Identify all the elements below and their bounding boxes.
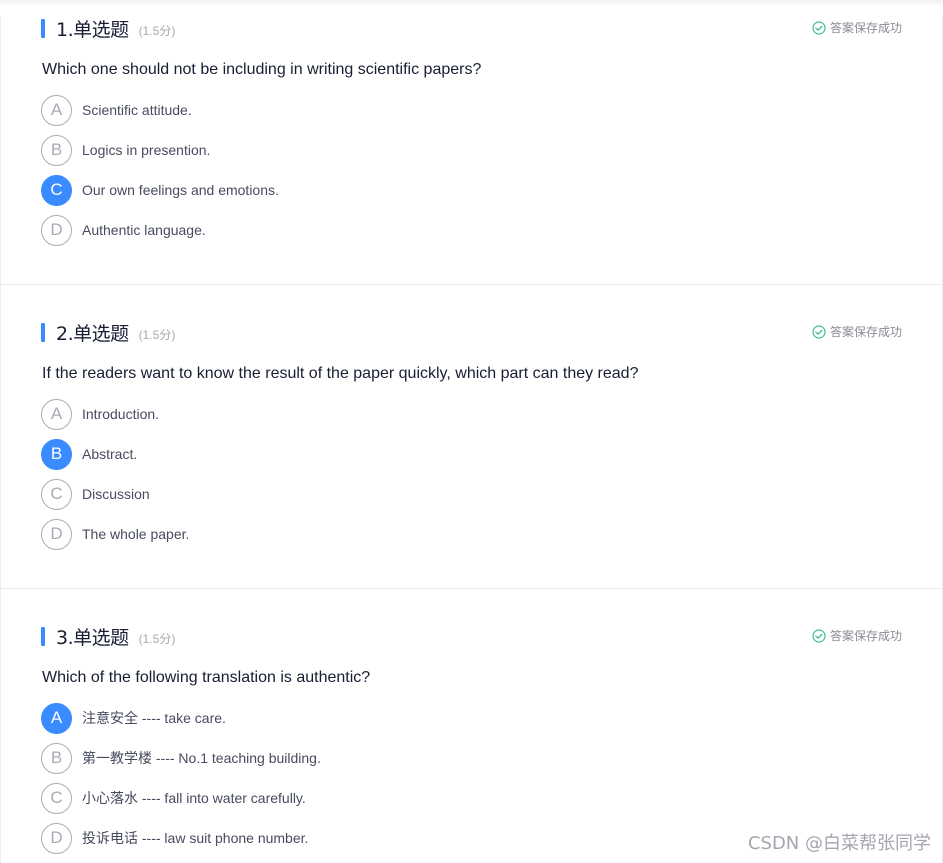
question-header: 2.单选题 (1.5分) [41,320,176,345]
question-score: (1.5分) [138,327,176,342]
option-a[interactable]: A Scientific attitude. [41,94,192,126]
option-letter[interactable]: C [41,782,72,814]
watermark: CSDN @白菜帮张同学 [747,833,931,854]
save-status-text: 答案保存成功 [829,325,902,339]
option-letter[interactable]: A [41,398,72,430]
question-stem: Which of the following translation is au… [42,669,371,686]
option-letter[interactable]: A [41,94,72,126]
option-b[interactable]: B 第一教学楼 ---- No.1 teaching building. [41,742,321,774]
question-accent-bar [41,626,45,646]
check-circle-icon [812,324,826,339]
option-text[interactable]: Authentic language. [82,222,206,238]
option-letter[interactable]: D [41,214,72,246]
option-letter[interactable]: B [41,134,72,166]
option-text[interactable]: The whole paper. [82,526,189,542]
save-status-text: 答案保存成功 [829,21,902,35]
option-text[interactable]: 投诉电话 ---- law suit phone number. [82,828,308,848]
question-stem: Which one should not be including in wri… [42,61,482,78]
option-text[interactable]: Scientific attitude. [82,102,192,118]
option-letter[interactable]: C [41,478,72,510]
question-title: 2.单选题 [56,322,129,345]
question-accent-bar [41,322,45,342]
question-header: 1.单选题 (1.5分) [41,16,176,41]
option-c[interactable]: C 小心落水 ---- fall into water carefully. [41,782,306,814]
option-letter[interactable]: B [41,742,72,774]
question-accent-bar [41,18,45,38]
check-circle-icon [812,20,826,35]
option-d[interactable]: D The whole paper. [41,518,189,550]
option-a[interactable]: A Introduction. [41,398,159,430]
question-card-1: 1.单选题 (1.5分) 答案保存成功 Which one should not… [0,16,943,320]
option-b[interactable]: B Abstract. [41,438,137,470]
option-letter-selected[interactable]: B [41,438,72,470]
option-text[interactable]: Our own feelings and emotions. [82,182,279,198]
option-letter[interactable]: D [41,822,72,854]
option-text[interactable]: 第一教学楼 ---- No.1 teaching building. [82,748,321,768]
question-title: 1.单选题 [56,18,129,41]
question-score: (1.5分) [138,23,176,38]
top-shadow [0,0,943,6]
option-letter[interactable]: D [41,518,72,550]
save-status: 答案保存成功 [812,323,902,340]
option-b[interactable]: B Logics in presention. [41,134,210,166]
option-d[interactable]: D 投诉电话 ---- law suit phone number. [41,822,308,854]
option-text[interactable]: 小心落水 ---- fall into water carefully. [82,788,306,808]
option-c[interactable]: C Our own feelings and emotions. [41,174,279,206]
option-letter-selected[interactable]: C [41,174,72,206]
option-c[interactable]: C Discussion [41,478,150,510]
question-card-2: 2.单选题 (1.5分) 答案保存成功 If the readers want … [0,320,943,624]
option-d[interactable]: D Authentic language. [41,214,206,246]
option-text[interactable]: Introduction. [82,406,159,422]
option-letter-selected[interactable]: A [41,702,72,734]
quiz-page: 1.单选题 (1.5分) 答案保存成功 Which one should not… [0,0,943,863]
option-text[interactable]: 注意安全 ---- take care. [82,708,226,728]
save-status: 答案保存成功 [812,19,902,36]
question-stem: If the readers want to know the result o… [42,365,639,382]
question-title: 3.单选题 [56,626,129,649]
check-circle-icon [812,628,826,643]
save-status: 答案保存成功 [812,627,902,644]
option-text[interactable]: Logics in presention. [82,142,210,158]
question-divider [1,588,942,589]
question-header: 3.单选题 (1.5分) [41,624,176,649]
option-text[interactable]: Discussion [82,486,150,502]
save-status-text: 答案保存成功 [829,629,902,643]
question-score: (1.5分) [138,631,176,646]
option-text[interactable]: Abstract. [82,446,137,462]
question-card-3: 3.单选题 (1.5分) 答案保存成功 Which of the followi… [0,624,943,863]
option-a[interactable]: A 注意安全 ---- take care. [41,702,226,734]
question-divider [1,284,942,285]
